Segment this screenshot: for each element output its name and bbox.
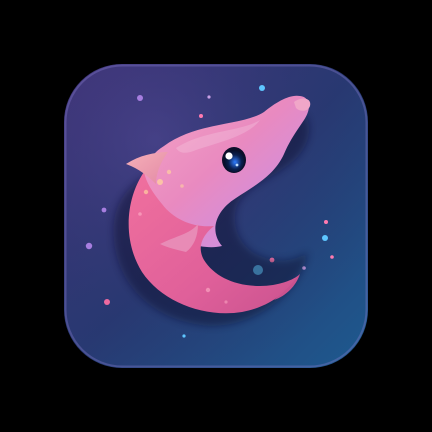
body-spot (224, 300, 228, 304)
body-spot (205, 287, 211, 293)
eye-sparkle (235, 163, 239, 167)
sparkle-dot (330, 255, 334, 259)
app-icon (64, 64, 368, 368)
body-spot (166, 169, 172, 175)
sparkle-dot (85, 242, 93, 250)
body-spot (138, 212, 142, 216)
sparkle-dot (137, 95, 143, 101)
sparkle-dot (324, 220, 328, 224)
sparkle-dot (104, 299, 110, 305)
body-spot (180, 184, 184, 188)
icon-canvas (0, 0, 432, 432)
sparkle-dot (199, 114, 203, 118)
dolphin-eye (222, 147, 246, 173)
body-spot (143, 189, 149, 195)
sparkle-dot (322, 235, 328, 241)
app-icon-artwork (64, 64, 368, 368)
body-spot (157, 179, 163, 185)
sparkle-dot (101, 207, 107, 213)
sparkle-dot (259, 85, 265, 91)
sparkle-dot (207, 95, 211, 99)
eye-highlight (225, 152, 233, 160)
sparkle-dot (182, 334, 186, 338)
